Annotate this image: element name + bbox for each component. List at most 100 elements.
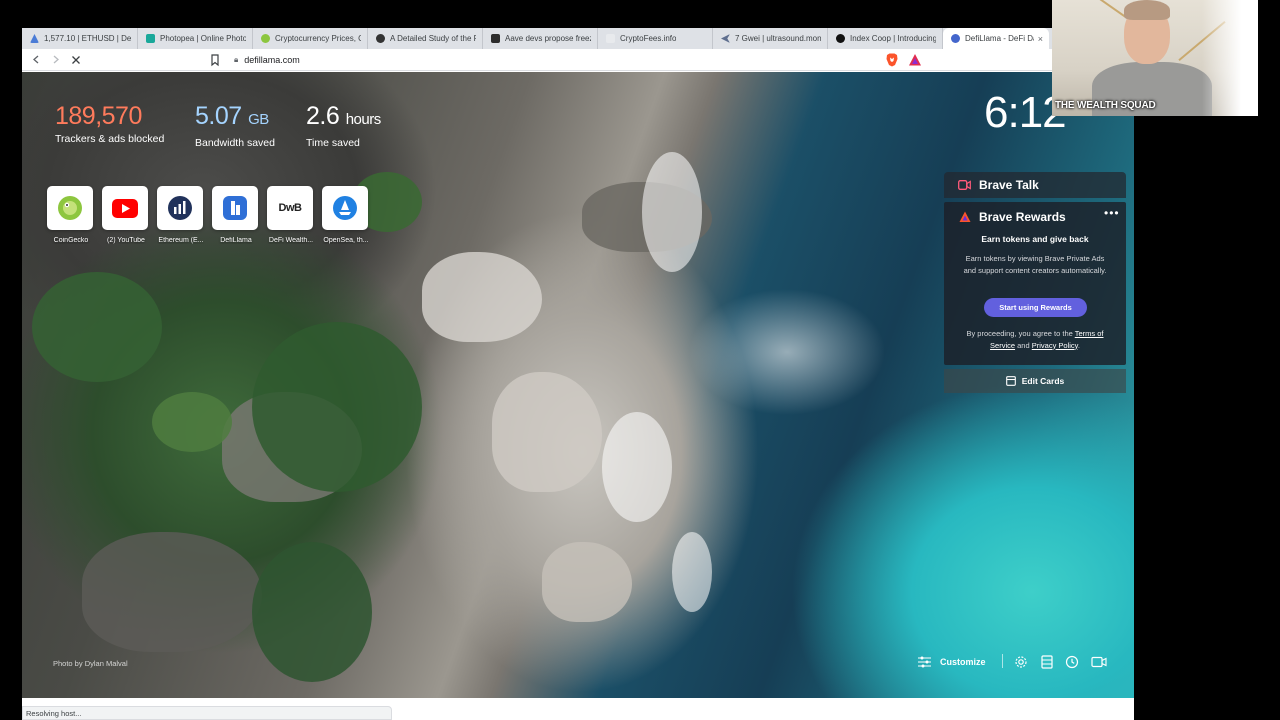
sliders-icon: [918, 656, 931, 668]
back-arrow-icon: [33, 55, 39, 64]
photo-credit[interactable]: Photo by Dylan Malval: [53, 659, 128, 668]
stat-time-saved: 2.6 hours Time saved: [306, 100, 381, 149]
forward-button[interactable]: [46, 50, 66, 70]
top-site-defi-wealth[interactable]: DwB DeFi Wealth...: [267, 186, 315, 244]
coingecko-favicon-icon: [261, 34, 270, 43]
background-rock: [422, 252, 542, 342]
trackers-count: 189,570: [55, 102, 142, 130]
top-site-name: OpenSea, th...: [323, 237, 369, 244]
tab-index-coop[interactable]: Index Coop | Introducing: [828, 28, 943, 49]
url-text: defillama.com: [244, 55, 300, 65]
brave-rewards-icon[interactable]: [908, 53, 922, 67]
back-button[interactable]: [26, 50, 46, 70]
top-site-etherscan[interactable]: Ethereum (E...: [157, 186, 205, 244]
channel-name-label: THE WEALTH SQUAD: [1055, 100, 1156, 111]
background-foliage: [252, 322, 422, 492]
screen-frame: 1,577.10 | ETHUSD | Dec Photopea | Onlin…: [0, 0, 1280, 720]
time-unit: hours: [345, 111, 382, 128]
tab-detailed-study[interactable]: A Detailed Study of the F: [368, 28, 483, 49]
cards-icon: [1005, 376, 1016, 386]
tab-defillama[interactable]: DefiLlama - DeFi Dash ×: [943, 28, 1049, 49]
background-foliage: [32, 272, 162, 382]
bandwidth-value: 5.07: [195, 102, 242, 130]
cryptofees-favicon-icon: [606, 34, 615, 43]
tab-coingecko[interactable]: Cryptocurrency Prices, C: [253, 28, 368, 49]
ultrasound-favicon-icon: [721, 34, 730, 43]
globe-favicon-icon: [376, 34, 385, 43]
top-site-name: DeFi Wealth...: [268, 237, 314, 244]
top-site-youtube[interactable]: (2) YouTube: [102, 186, 150, 244]
background-foam: [642, 152, 702, 272]
brave-rewards-card: Brave Rewards ••• Earn tokens and give b…: [944, 202, 1126, 365]
forward-arrow-icon: [53, 55, 59, 64]
top-site-coingecko[interactable]: CoinGecko: [47, 186, 95, 244]
legal-and: and: [1017, 340, 1030, 350]
etherscan-icon: [168, 196, 192, 220]
status-bar: Resolving host...: [22, 706, 392, 720]
bookmark-icon[interactable]: [208, 53, 222, 67]
top-site-name: Ethereum (E...: [158, 237, 204, 244]
start-using-rewards-button[interactable]: Start using Rewards: [984, 298, 1087, 317]
top-site-tile: [157, 186, 203, 230]
rewards-legal-text: By proceeding, you agree to the Terms of…: [956, 328, 1114, 351]
rewards-title: Brave Rewards: [979, 210, 1066, 224]
background-rock: [542, 542, 632, 622]
time-value: 2.6: [306, 102, 340, 130]
settings-gear-icon[interactable]: [1014, 655, 1028, 669]
tab-aave[interactable]: Aave devs propose freez: [483, 28, 598, 49]
dwb-icon: DwB: [278, 202, 302, 214]
video-camera-icon: [958, 180, 971, 190]
photopea-favicon-icon: [146, 34, 155, 43]
privacy-policy-link[interactable]: Privacy Policy: [1032, 341, 1078, 350]
background-rock: [492, 372, 602, 492]
brave-talk-title: Brave Talk: [979, 178, 1039, 192]
background-foam: [672, 532, 712, 612]
brave-talk-video-icon[interactable]: [1091, 655, 1107, 669]
coingecko-icon: [58, 196, 82, 220]
tab-cryptofees[interactable]: CryptoFees.info: [598, 28, 713, 49]
stat-bandwidth-saved: 5.07 GB Bandwidth saved: [195, 100, 275, 149]
top-site-name: DefiLlama: [220, 237, 252, 244]
rewards-more-menu[interactable]: •••: [1104, 206, 1120, 220]
background-rock: [82, 532, 262, 652]
edit-cards-button[interactable]: Edit Cards: [944, 369, 1126, 393]
defillama-icon: [223, 196, 247, 220]
address-bar[interactable]: 🔒︎ defillama.com: [234, 52, 902, 68]
top-site-defillama[interactable]: DefiLlama: [212, 186, 260, 244]
tab-ethusd[interactable]: 1,577.10 | ETHUSD | Dec: [22, 28, 138, 49]
bookmarks-icon[interactable]: [1040, 655, 1054, 669]
customize-button[interactable]: Customize: [918, 654, 986, 670]
bat-triangle-icon: [959, 211, 971, 222]
tab-ultrasound[interactable]: 7 Gwei | ultrasound.mon: [713, 28, 828, 49]
legal-suffix: .: [1077, 340, 1080, 350]
top-site-tile: [47, 186, 93, 230]
brave-shields-icon[interactable]: [886, 53, 898, 67]
browser-toolbar: 🔒︎ defillama.com: [22, 49, 1134, 71]
trackers-label: Trackers & ads blocked: [55, 133, 165, 145]
index-coop-favicon-icon: [836, 34, 845, 43]
top-site-tile: [212, 186, 258, 230]
time-label: Time saved: [306, 137, 360, 149]
youtube-icon: [112, 198, 138, 218]
history-clock-icon[interactable]: [1065, 655, 1079, 669]
bandwidth-unit: GB: [248, 111, 269, 128]
person-hair: [1124, 0, 1170, 20]
top-site-opensea[interactable]: OpenSea, th...: [322, 186, 370, 244]
stop-loading-button[interactable]: [66, 50, 86, 70]
light-glare: [1202, 0, 1258, 116]
ethusd-favicon-icon: [30, 34, 39, 43]
customize-label: Customize: [940, 657, 986, 667]
background-foliage: [152, 392, 232, 452]
tab-photopea[interactable]: Photopea | Online Photo: [138, 28, 253, 49]
background-foliage: [252, 542, 372, 682]
browser-window: 1,577.10 | ETHUSD | Dec Photopea | Onlin…: [22, 28, 1134, 720]
legal-prefix: By proceeding, you agree to the: [966, 329, 1073, 338]
close-tab-icon[interactable]: ×: [1038, 34, 1043, 44]
lock-icon: 🔒︎: [234, 55, 239, 64]
rewards-tagline: Earn tokens and give back: [981, 234, 1089, 244]
defillama-favicon-icon: [951, 34, 960, 43]
top-site-tile: [322, 186, 368, 230]
edit-cards-label: Edit Cards: [1021, 376, 1065, 386]
tab-strip: 1,577.10 | ETHUSD | Dec Photopea | Onlin…: [22, 28, 1134, 49]
brave-talk-card[interactable]: Brave Talk: [944, 172, 1126, 198]
